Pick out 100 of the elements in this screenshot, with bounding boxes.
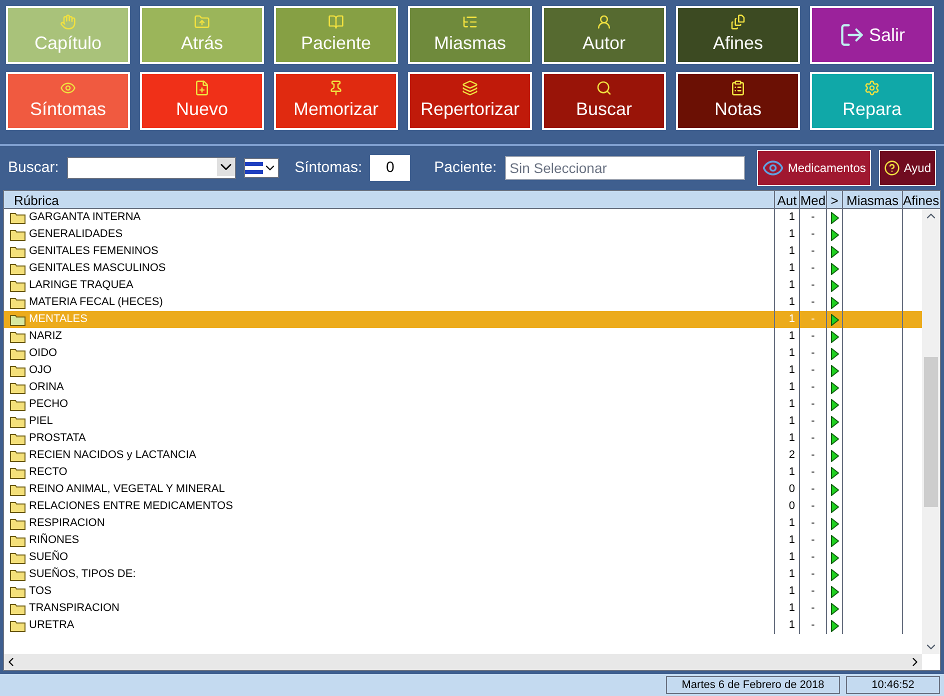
- rubric-name: OJO: [29, 363, 52, 378]
- table-cell: -: [799, 600, 826, 617]
- play-arrow-icon[interactable]: [830, 432, 838, 444]
- play-arrow-icon[interactable]: [830, 228, 838, 240]
- column-header[interactable]: Miasmas: [842, 191, 902, 208]
- toolbar-button[interactable]: Repertorizar: [408, 72, 532, 130]
- table-row[interactable]: RIÑONES 1 -: [4, 532, 922, 549]
- folder-icon: [10, 552, 26, 564]
- play-arrow-icon[interactable]: [830, 484, 838, 496]
- column-header[interactable]: Med: [799, 191, 826, 208]
- folder-icon: [10, 484, 26, 496]
- table-row[interactable]: OIDO 1 -: [4, 345, 922, 362]
- table-cell: 1: [774, 532, 799, 549]
- gear-icon: [864, 80, 880, 96]
- folder-icon: [10, 246, 26, 258]
- table-row[interactable]: TRANSPIRACION 1 -: [4, 600, 922, 617]
- table-row[interactable]: ORINA 1 -: [4, 379, 922, 396]
- table-cell: -: [799, 260, 826, 277]
- paciente-field[interactable]: Sin Seleccionar: [504, 156, 745, 180]
- toolbar-button[interactable]: Buscar: [542, 72, 666, 130]
- toolbar-button[interactable]: Afines: [676, 6, 800, 64]
- language-dropdown[interactable]: [244, 158, 279, 178]
- eye-icon: [60, 80, 76, 96]
- table-row[interactable]: LARINGE TRAQUEA 1 -: [4, 277, 922, 294]
- play-arrow-icon[interactable]: [830, 330, 838, 342]
- toolbar-button[interactable]: Salir: [810, 6, 934, 64]
- table-cell: 1: [774, 464, 799, 481]
- play-arrow-icon[interactable]: [830, 416, 838, 428]
- table-row[interactable]: RECIEN NACIDOS y LACTANCIA 2 -: [4, 447, 922, 464]
- play-arrow-icon[interactable]: [830, 246, 838, 258]
- table-row[interactable]: OJO 1 -: [4, 362, 922, 379]
- sintomas-count-field: 0: [370, 155, 410, 181]
- play-arrow-icon[interactable]: [830, 382, 838, 394]
- search-dropdown[interactable]: [66, 157, 236, 179]
- table-row[interactable]: REINO ANIMAL, VEGETAL Y MINERAL 0 -: [4, 481, 922, 498]
- table-cell: 2: [774, 447, 799, 464]
- toolbar-button[interactable]: Miasmas: [408, 6, 532, 64]
- table-row[interactable]: SUEÑOS, TIPOS DE: 1 -: [4, 566, 922, 583]
- rubric-name: MATERIA FECAL (HECES): [29, 295, 163, 310]
- column-header[interactable]: Afines: [902, 191, 940, 208]
- table-row[interactable]: SUEÑO 1 -: [4, 549, 922, 566]
- medicamentos-button[interactable]: Medicamentos: [756, 150, 871, 186]
- vertical-scrollbar[interactable]: [922, 209, 940, 654]
- table-row[interactable]: TOS 1 -: [4, 583, 922, 600]
- play-arrow-icon[interactable]: [830, 568, 838, 580]
- table-row[interactable]: GARGANTA INTERNA 1 -: [4, 209, 922, 226]
- play-arrow-icon[interactable]: [830, 500, 838, 512]
- play-arrow-icon[interactable]: [830, 280, 838, 292]
- table-cell: -: [799, 617, 826, 634]
- table-row[interactable]: RELACIONES ENTRE MEDICAMENTOS 0 -: [4, 498, 922, 515]
- exit-door-icon: [838, 22, 865, 48]
- toolbar-button[interactable]: Autor: [542, 6, 666, 64]
- column-header[interactable]: >: [826, 191, 842, 208]
- play-arrow-icon[interactable]: [830, 552, 838, 564]
- toolbar-button[interactable]: Nuevo: [140, 72, 264, 130]
- table-row[interactable]: GENERALIDADES 1 -: [4, 226, 922, 243]
- table-row[interactable]: GENITALES FEMENINOS 1 -: [4, 243, 922, 260]
- table-row[interactable]: PECHO 1 -: [4, 396, 922, 413]
- table-cell: 1: [774, 226, 799, 243]
- play-arrow-icon[interactable]: [830, 364, 838, 376]
- search-icon: [596, 80, 612, 96]
- play-arrow-icon[interactable]: [830, 602, 838, 614]
- folder-icon: [194, 14, 210, 30]
- play-arrow-icon[interactable]: [830, 314, 838, 326]
- folder-icon: [10, 432, 26, 444]
- play-arrow-icon[interactable]: [830, 296, 838, 308]
- paciente-label: Paciente:: [434, 158, 497, 178]
- column-header[interactable]: Aut: [774, 191, 799, 208]
- play-arrow-icon[interactable]: [830, 348, 838, 360]
- table-row[interactable]: PIEL 1 -: [4, 413, 922, 430]
- play-arrow-icon[interactable]: [830, 586, 838, 598]
- play-arrow-icon[interactable]: [830, 262, 838, 274]
- table-row[interactable]: RESPIRACION 1 -: [4, 515, 922, 532]
- folder-icon: [10, 330, 26, 342]
- column-header[interactable]: Rúbrica: [4, 191, 774, 208]
- ayuda-button[interactable]: Ayud: [878, 150, 936, 186]
- list-icon: [462, 14, 478, 30]
- table-cell: -: [799, 583, 826, 600]
- play-arrow-icon[interactable]: [830, 398, 838, 410]
- toolbar-button[interactable]: Notas: [676, 72, 800, 130]
- play-arrow-icon[interactable]: [830, 466, 838, 478]
- play-arrow-icon[interactable]: [830, 518, 838, 530]
- table-row[interactable]: GENITALES MASCULINOS 1 -: [4, 260, 922, 277]
- play-arrow-icon[interactable]: [830, 212, 838, 224]
- play-arrow-icon[interactable]: [830, 534, 838, 546]
- toolbar-button[interactable]: Memorizar: [274, 72, 398, 130]
- table-row[interactable]: PROSTATA 1 -: [4, 430, 922, 447]
- play-arrow-icon[interactable]: [830, 620, 838, 632]
- table-row[interactable]: URETRA 1 -: [4, 617, 922, 634]
- pin-icon: [328, 80, 344, 96]
- table-cell: -: [799, 566, 826, 583]
- rubric-name: GENITALES FEMENINOS: [29, 244, 158, 260]
- play-arrow-icon[interactable]: [830, 450, 838, 462]
- rubric-name: GENERALIDADES: [29, 227, 123, 242]
- horizontal-scrollbar[interactable]: [4, 654, 922, 670]
- table-row[interactable]: RECTO 1 -: [4, 464, 922, 481]
- buscar-label: Buscar:: [8, 158, 59, 178]
- table-cell: -: [799, 277, 826, 294]
- rubric-name: MENTALES: [29, 312, 88, 328]
- table-row[interactable]: NARIZ 1 -: [4, 328, 922, 345]
